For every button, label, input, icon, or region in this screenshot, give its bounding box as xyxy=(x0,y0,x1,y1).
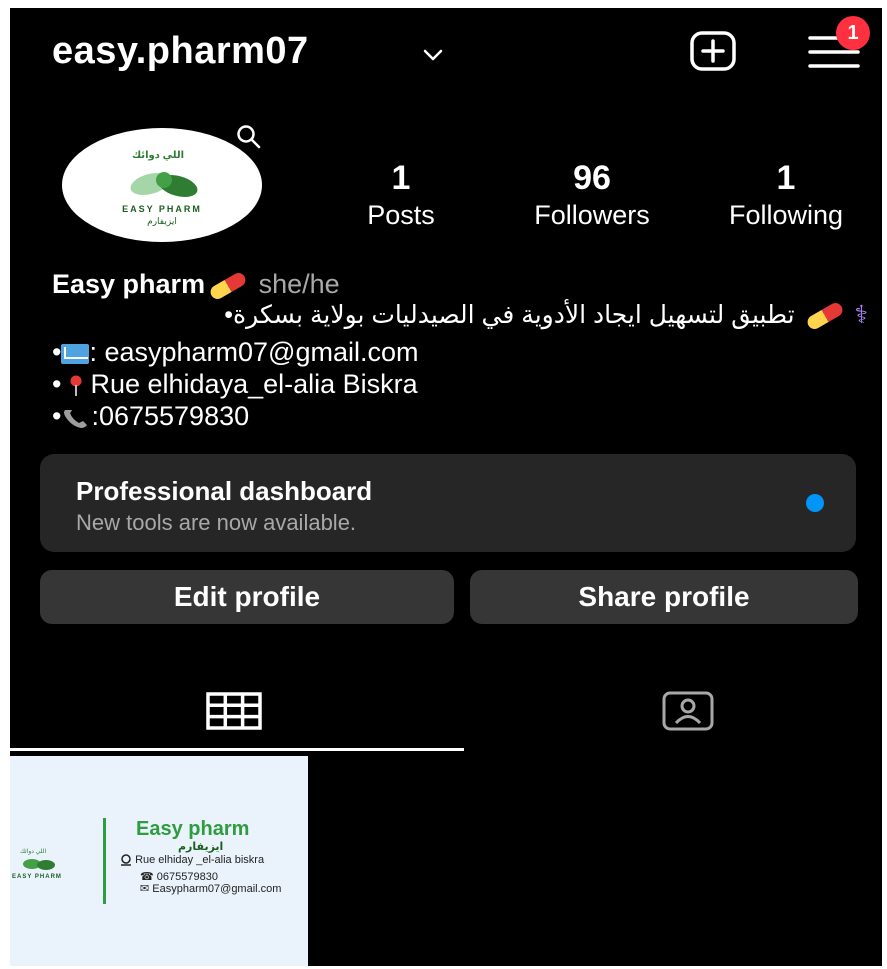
bullet: • xyxy=(52,369,62,399)
followers-label: Followers xyxy=(534,200,650,230)
bio-address: Rue elhidaya_el-alia Biskra xyxy=(90,369,418,399)
stat-following[interactable]: 1 Following xyxy=(706,158,866,232)
stat-posts[interactable]: 1 Posts xyxy=(348,158,454,232)
pronouns: she/he xyxy=(258,269,340,299)
avatar-brand-arabic: ايزيفارم xyxy=(147,216,177,226)
profile-header: easy.pharm07 1 xyxy=(10,8,882,98)
bullet: • xyxy=(52,337,62,367)
profile-screen: easy.pharm07 1 اللي دوائك EASY PHARM ايز… xyxy=(10,8,882,966)
tagged-icon[interactable] xyxy=(660,690,716,732)
pill-icon xyxy=(804,300,845,332)
medical-symbol-icon: ⚕ xyxy=(854,301,868,329)
bio-address-line: • Rue elhidaya_el-alia Biskra xyxy=(52,368,418,400)
bullet: • xyxy=(52,401,62,431)
bio-arabic-text: تطبيق لتسهيل ايجاد الأدوية في الصيدليات … xyxy=(224,301,795,329)
followers-count: 96 xyxy=(573,159,611,197)
share-profile-button[interactable]: Share profile xyxy=(470,570,858,624)
following-label: Following xyxy=(728,200,844,230)
bio-email[interactable]: : easypharm07@gmail.com xyxy=(89,337,418,367)
dashboard-subtitle: New tools are now available. xyxy=(76,510,357,535)
search-icon[interactable] xyxy=(236,124,262,150)
pill-icon xyxy=(208,270,249,302)
location-pin-icon xyxy=(121,854,131,866)
avatar-brand-text: EASY PHARM xyxy=(122,204,202,214)
bio-phone[interactable]: :0675579830 xyxy=(91,401,249,431)
post-address: Rue elhiday _el-alia biskra xyxy=(120,854,264,866)
stat-followers[interactable]: 96 Followers xyxy=(512,158,672,232)
grid-icon[interactable] xyxy=(206,692,262,730)
chevron-down-icon[interactable] xyxy=(422,48,444,62)
active-tab-indicator xyxy=(10,748,464,751)
display-name: Easy pharm xyxy=(52,269,206,299)
bio-arabic-line: ⚕ تطبيق لتسهيل ايجاد الأدوية في الصيدليا… xyxy=(224,300,868,332)
profile-avatar[interactable]: اللي دوائك EASY PHARM ايزيفارم xyxy=(62,128,262,242)
post-title: Easy pharm xyxy=(136,818,250,840)
phone-icon xyxy=(64,409,88,428)
notification-badge: 1 xyxy=(836,16,870,50)
avatar-tagline: اللي دوائك xyxy=(132,150,185,161)
posts-label: Posts xyxy=(367,200,435,230)
create-post-icon[interactable] xyxy=(684,30,742,72)
email-icon xyxy=(61,343,90,364)
post-divider xyxy=(103,818,106,904)
post-email: ✉ Easypharm07@gmail.com xyxy=(140,882,281,895)
post-logo-tagline: اللي دوائك xyxy=(20,849,47,855)
professional-dashboard-card[interactable]: Professional dashboard New tools are now… xyxy=(40,454,856,552)
post-logo-brand: EASY PHARM xyxy=(12,874,62,880)
post-email-text: Easypharm07@gmail.com xyxy=(152,883,282,895)
bio-phone-line: • :0675579830 xyxy=(52,400,249,432)
post-subtitle: ايزيفارم xyxy=(178,841,224,853)
pills-logo-icon xyxy=(130,172,198,197)
bio-name-line: Easy pharm she/he xyxy=(52,268,340,302)
pills-logo-icon xyxy=(23,859,55,870)
dashboard-title: Professional dashboard xyxy=(76,476,373,506)
account-switcher[interactable]: easy.pharm07 xyxy=(52,30,309,73)
edit-profile-button[interactable]: Edit profile xyxy=(40,570,454,624)
post-thumbnail[interactable]: اللي دوائك EASY PHARM Easy pharm ايزيفار… xyxy=(10,756,308,966)
email-icon: ✉ xyxy=(140,883,150,895)
post-address-text: Rue elhiday _el-alia biskra xyxy=(135,854,265,866)
posts-count: 1 xyxy=(391,159,411,197)
bio-email-line: • : easypharm07@gmail.com xyxy=(52,336,419,368)
location-pin-icon xyxy=(70,375,82,396)
new-indicator-dot xyxy=(806,494,824,512)
following-count: 1 xyxy=(776,159,796,197)
